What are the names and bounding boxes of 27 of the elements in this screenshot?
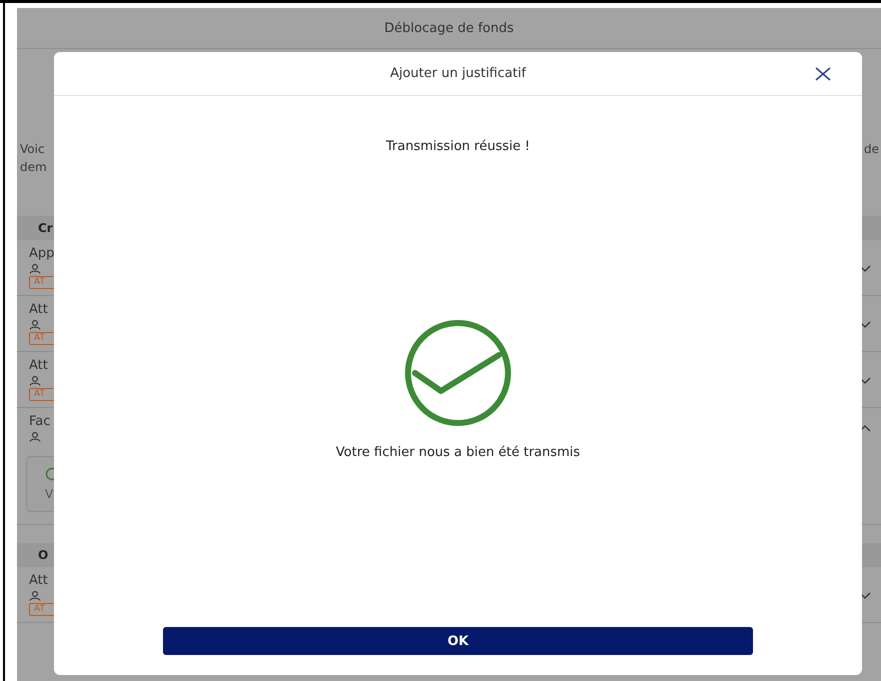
user-icon xyxy=(29,432,41,442)
chevron-down-icon[interactable] xyxy=(859,376,871,384)
close-icon[interactable] xyxy=(814,67,832,81)
item-title: Att xyxy=(29,358,48,374)
intro-text: de xyxy=(864,141,879,158)
page-title: Déblocage de fonds xyxy=(384,20,514,36)
user-icon xyxy=(29,264,41,274)
chevron-up-icon[interactable] xyxy=(859,424,871,432)
intro-text: Voic xyxy=(20,141,46,158)
user-icon xyxy=(29,591,41,601)
user-icon xyxy=(29,376,41,386)
success-heading: Transmission réussie ! xyxy=(386,139,530,154)
section-title: O xyxy=(38,548,48,562)
ok-button[interactable]: OK xyxy=(163,627,753,655)
card-text: V xyxy=(45,487,54,501)
item-title: Att xyxy=(29,573,48,589)
modal-title: Ajouter un justificatif xyxy=(390,66,526,81)
intro-text: dem xyxy=(20,159,47,176)
item-title: Fac xyxy=(29,414,50,430)
item-title: Att xyxy=(29,302,48,318)
user-icon xyxy=(29,320,41,330)
chevron-down-icon[interactable] xyxy=(859,590,871,598)
item-title: App xyxy=(29,246,54,262)
chevron-down-icon[interactable] xyxy=(859,320,871,328)
chevron-down-icon[interactable] xyxy=(859,264,871,272)
success-message: Votre fichier nous a bien été transmis xyxy=(336,445,580,460)
section-title: Cr xyxy=(38,221,53,235)
